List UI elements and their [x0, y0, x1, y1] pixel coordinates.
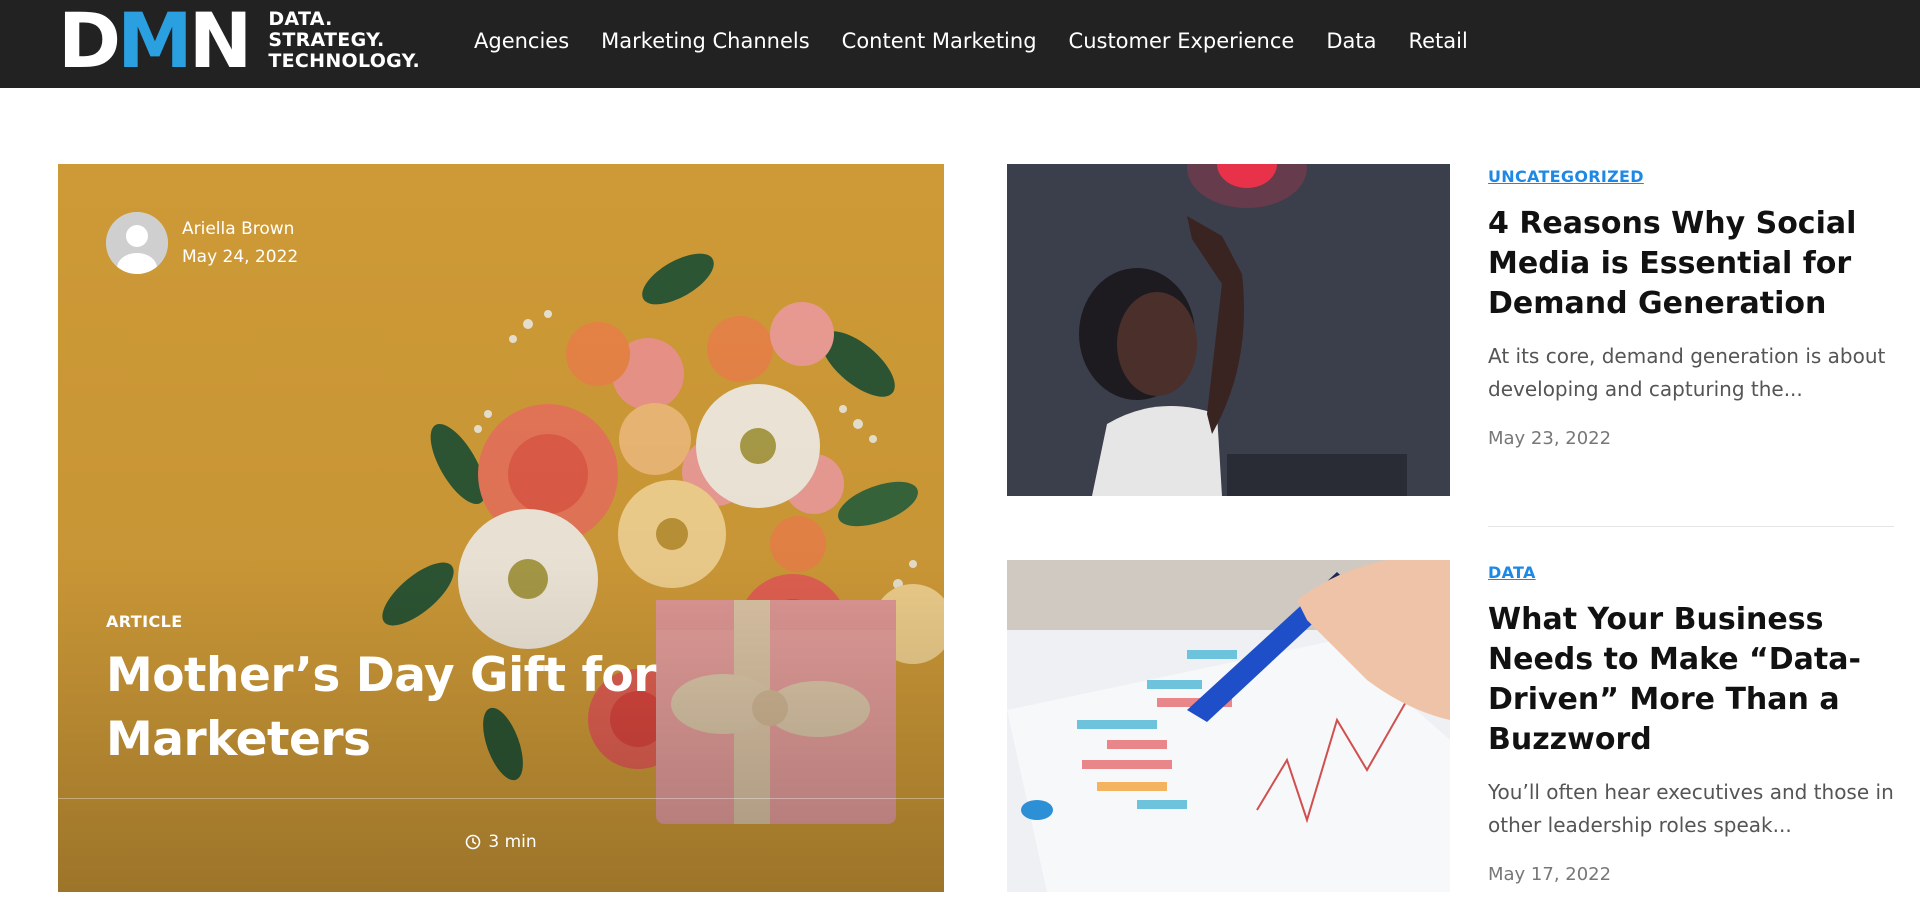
read-time-text: 3 min: [488, 832, 537, 852]
author-avatar[interactable]: [106, 212, 168, 274]
logo-tagline: DATA. STRATEGY. TECHNOLOGY.: [268, 7, 421, 72]
nav-item-customer-experience[interactable]: Customer Experience: [1069, 29, 1295, 53]
divider: [58, 798, 944, 799]
nav-item-marketing-channels[interactable]: Marketing Channels: [601, 29, 810, 53]
article-card: DATA What Your Business Needs to Make “D…: [1488, 560, 1894, 885]
article-thumbnail[interactable]: [1007, 560, 1450, 892]
article-image: [1007, 164, 1450, 496]
article-thumbnail[interactable]: [1007, 164, 1450, 496]
category-label[interactable]: ARTICLE: [106, 612, 183, 631]
nav-item-content-marketing[interactable]: Content Marketing: [842, 29, 1037, 53]
site-logo[interactable]: D M N DATA. STRATEGY. TECHNOLOGY.: [58, 0, 421, 85]
logo-letter-m: M: [117, 0, 193, 85]
featured-article-card[interactable]: Ariella Brown May 24, 2022 ARTICLE Mothe…: [58, 164, 944, 892]
author-name[interactable]: Ariella Brown: [182, 215, 298, 243]
article-date: May 17, 2022: [1488, 864, 1612, 885]
logo-letter-d: D: [58, 0, 121, 85]
article-title[interactable]: What Your Business Needs to Make “Data-D…: [1488, 600, 1894, 760]
logo-wordmark: D M N: [58, 0, 253, 85]
featured-title[interactable]: Mother’s Day Gift for Marketers: [106, 644, 826, 772]
nav-item-data[interactable]: Data: [1326, 29, 1376, 53]
nav-item-retail[interactable]: Retail: [1408, 29, 1467, 53]
user-icon: [106, 212, 168, 274]
article-card: UNCATEGORIZED 4 Reasons Why Social Media…: [1488, 164, 1894, 449]
logo-letter-n: N: [188, 0, 253, 85]
tagline-line: STRATEGY.: [268, 28, 385, 51]
nav-item-agencies[interactable]: Agencies: [474, 29, 569, 53]
article-category[interactable]: UNCATEGORIZED: [1488, 164, 1894, 190]
article-excerpt: At its core, demand generation is about …: [1488, 344, 1886, 401]
author-block: Ariella Brown May 24, 2022: [106, 212, 298, 274]
main-nav: Agencies Marketing Channels Content Mark…: [474, 0, 1500, 82]
read-time: 3 min: [58, 832, 944, 852]
article-date: May 23, 2022: [1488, 428, 1612, 449]
article-image: [1007, 560, 1450, 892]
post-date: May 24, 2022: [182, 247, 299, 267]
tagline-line: TECHNOLOGY.: [268, 49, 421, 72]
article-category[interactable]: DATA: [1488, 560, 1894, 586]
article-excerpt: You’ll often hear executives and those i…: [1488, 780, 1894, 837]
article-title[interactable]: 4 Reasons Why Social Media is Essential …: [1488, 204, 1894, 324]
tagline-line: DATA.: [268, 7, 333, 30]
clock-icon: [466, 834, 481, 850]
divider: [1488, 526, 1894, 527]
site-header: D M N DATA. STRATEGY. TECHNOLOGY. Agenci…: [0, 0, 1920, 88]
